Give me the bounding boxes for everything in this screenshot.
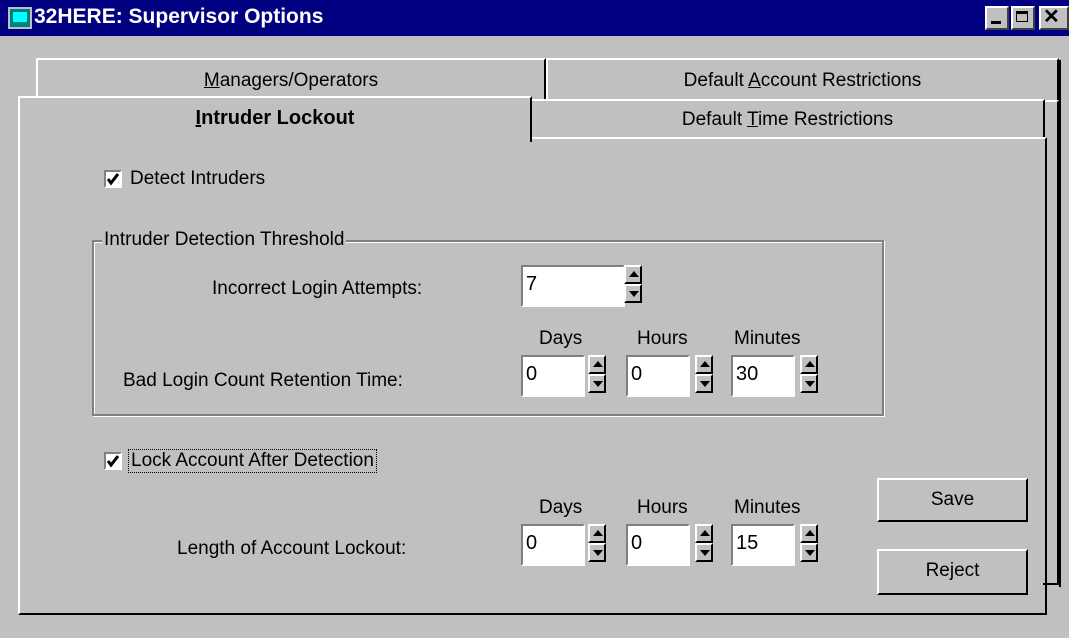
attempts-label: Incorrect Login Attempts:: [212, 278, 423, 299]
retention-days-spinner[interactable]: [588, 355, 606, 395]
retention-minutes-header: Minutes: [734, 328, 801, 349]
attempts-spinner[interactable]: [624, 265, 642, 305]
spin-down-button[interactable]: [624, 284, 642, 303]
spin-up-button[interactable]: [695, 524, 713, 543]
arrow-down-icon: [805, 381, 815, 387]
retention-hours-input[interactable]: 0: [626, 355, 690, 397]
lockout-days-spinner[interactable]: [588, 524, 606, 564]
tab-default-time-restrictions[interactable]: Default Time Restrictions: [530, 99, 1045, 139]
save-button[interactable]: Save: [877, 478, 1028, 522]
spin-down-button[interactable]: [588, 374, 606, 393]
spin-down-button[interactable]: [800, 543, 818, 562]
tab-label: Default: [683, 70, 749, 91]
spin-up-button[interactable]: [588, 355, 606, 374]
spin-down-button[interactable]: [695, 543, 713, 562]
lockout-days-input[interactable]: 0: [521, 524, 585, 566]
retention-hours-spinner[interactable]: [695, 355, 713, 395]
arrow-up-icon: [700, 361, 710, 367]
arrow-down-icon: [593, 550, 603, 556]
retention-minutes-spinner[interactable]: [800, 355, 818, 395]
spin-up-button[interactable]: [695, 355, 713, 374]
lockout-hours-input[interactable]: 0: [626, 524, 690, 566]
lock-account-checkbox[interactable]: [104, 452, 122, 470]
spin-up-button[interactable]: [800, 524, 818, 543]
arrow-up-icon: [593, 530, 603, 536]
app-icon[interactable]: [8, 7, 32, 29]
arrow-up-icon: [805, 361, 815, 367]
lockout-length-label: Length of Account Lockout:: [177, 538, 407, 559]
retention-hours-header: Hours: [637, 328, 688, 349]
arrow-down-icon: [805, 550, 815, 556]
minimize-icon: [991, 21, 1001, 24]
title-bar[interactable]: 32HERE: Supervisor Options ✕: [0, 0, 1069, 36]
spin-up-button[interactable]: [588, 524, 606, 543]
lockout-minutes-header: Minutes: [734, 497, 801, 518]
maximize-icon: [1016, 11, 1028, 22]
arrow-down-icon: [700, 381, 710, 387]
back-page-shadow: [1059, 60, 1061, 587]
tab-label: anagers/Operators: [219, 70, 379, 91]
retention-minutes-input[interactable]: 30: [731, 355, 795, 397]
spin-down-button[interactable]: [588, 543, 606, 562]
arrow-up-icon: [700, 530, 710, 536]
spin-up-button[interactable]: [800, 355, 818, 374]
tab-mnemonic: M: [203, 70, 220, 91]
lockout-minutes-spinner[interactable]: [800, 524, 818, 564]
detect-intruders-checkbox[interactable]: [104, 170, 122, 188]
reject-button[interactable]: Reject: [877, 549, 1028, 595]
maximize-button[interactable]: [1011, 6, 1035, 30]
threshold-group-title: Intruder Detection Threshold: [102, 229, 347, 251]
lockout-days-header: Days: [539, 497, 583, 518]
retention-days-input[interactable]: 0: [521, 355, 585, 397]
lockout-hours-spinner[interactable]: [695, 524, 713, 564]
tab-mnemonic: A: [748, 70, 761, 91]
arrow-up-icon: [805, 530, 815, 536]
lockout-hours-header: Hours: [637, 497, 688, 518]
tab-intruder-lockout[interactable]: Intruder Lockout: [18, 96, 532, 142]
spin-down-button[interactable]: [800, 374, 818, 393]
lock-account-label: Lock Account After Detection: [128, 449, 377, 473]
arrow-down-icon: [593, 381, 603, 387]
retention-days-header: Days: [539, 328, 583, 349]
arrow-up-icon: [629, 271, 639, 277]
spin-down-button[interactable]: [695, 374, 713, 393]
tab-mnemonic: T: [747, 109, 758, 130]
arrow-down-icon: [700, 550, 710, 556]
close-icon: ✕: [1043, 6, 1060, 28]
checkmark-icon: [106, 455, 120, 468]
arrow-up-icon: [593, 361, 603, 367]
checkmark-icon: [106, 173, 120, 186]
attempts-input[interactable]: 7: [521, 265, 625, 307]
lockout-minutes-input[interactable]: 15: [731, 524, 795, 566]
tab-default-account-restrictions[interactable]: Default Account Restrictions: [546, 58, 1059, 102]
close-button[interactable]: ✕: [1039, 6, 1069, 30]
detect-intruders-label: Detect Intruders: [130, 168, 266, 189]
spin-up-button[interactable]: [624, 265, 642, 284]
window-title: 32HERE: Supervisor Options: [34, 5, 324, 28]
minimize-button[interactable]: [985, 6, 1009, 30]
arrow-down-icon: [629, 291, 639, 297]
retention-label: Bad Login Count Retention Time:: [123, 370, 403, 391]
